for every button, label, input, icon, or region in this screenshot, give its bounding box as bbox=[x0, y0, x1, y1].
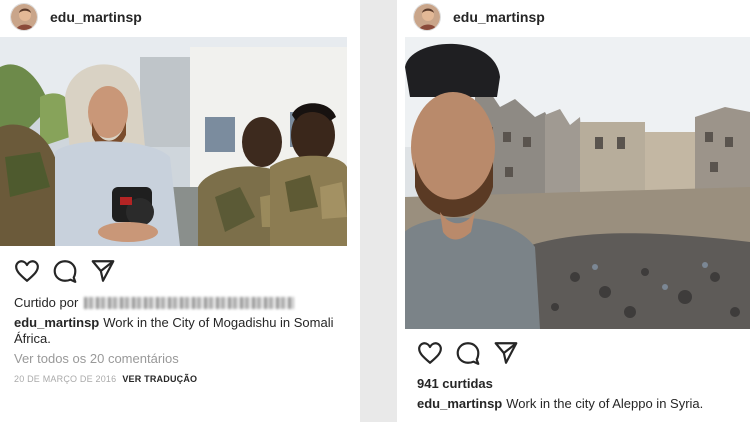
likes-count[interactable]: 941 curtidas bbox=[417, 376, 493, 391]
post-photo-ruins[interactable] bbox=[405, 37, 750, 329]
post-date: 20 DE MARÇO DE 2016 bbox=[14, 374, 117, 384]
avatar[interactable] bbox=[10, 3, 38, 31]
post-header: edu_martinsp bbox=[397, 0, 750, 34]
caption: edu_martinsp Work in the City of Mogadish… bbox=[14, 315, 354, 347]
heart-icon[interactable] bbox=[417, 340, 443, 366]
post-photo-soldiers[interactable] bbox=[0, 37, 347, 246]
blurred-usernames bbox=[84, 296, 295, 309]
caption: edu_martinsp Work in the city of Aleppo i… bbox=[417, 396, 747, 412]
translate-link[interactable]: VER TRADUÇÃO bbox=[122, 374, 197, 384]
caption-username[interactable]: edu_martinsp bbox=[14, 315, 99, 330]
post-actions bbox=[417, 340, 531, 366]
instagram-post-mogadishu: edu_martinsp Curtido por edu_martinsp Wo… bbox=[0, 0, 360, 422]
view-comments-link[interactable]: Ver todos os 20 comentários bbox=[14, 351, 179, 366]
post-meta: 20 DE MARÇO DE 2016 VER TRADUÇÃO bbox=[14, 374, 197, 384]
caption-text: Work in the city of Aleppo in Syria. bbox=[506, 396, 704, 411]
username[interactable]: edu_martinsp bbox=[50, 9, 142, 25]
avatar[interactable] bbox=[413, 3, 441, 31]
username[interactable]: edu_martinsp bbox=[453, 9, 545, 25]
heart-icon[interactable] bbox=[14, 258, 40, 284]
liked-by-line: Curtido por bbox=[14, 295, 295, 310]
share-icon[interactable] bbox=[90, 258, 116, 284]
caption-username[interactable]: edu_martinsp bbox=[417, 396, 502, 411]
post-actions bbox=[14, 258, 128, 284]
caption-text: Work in the City of Mogadishu in Somali bbox=[103, 315, 334, 330]
liked-by-label: Curtido por bbox=[14, 295, 79, 310]
comment-icon[interactable] bbox=[455, 340, 481, 366]
comment-icon[interactable] bbox=[52, 258, 78, 284]
share-icon[interactable] bbox=[493, 340, 519, 366]
caption-text-line2: África. bbox=[14, 331, 51, 346]
post-header: edu_martinsp bbox=[0, 0, 360, 34]
instagram-post-aleppo: edu_martinsp 941 curtidas edu_martinsp W… bbox=[397, 0, 750, 422]
